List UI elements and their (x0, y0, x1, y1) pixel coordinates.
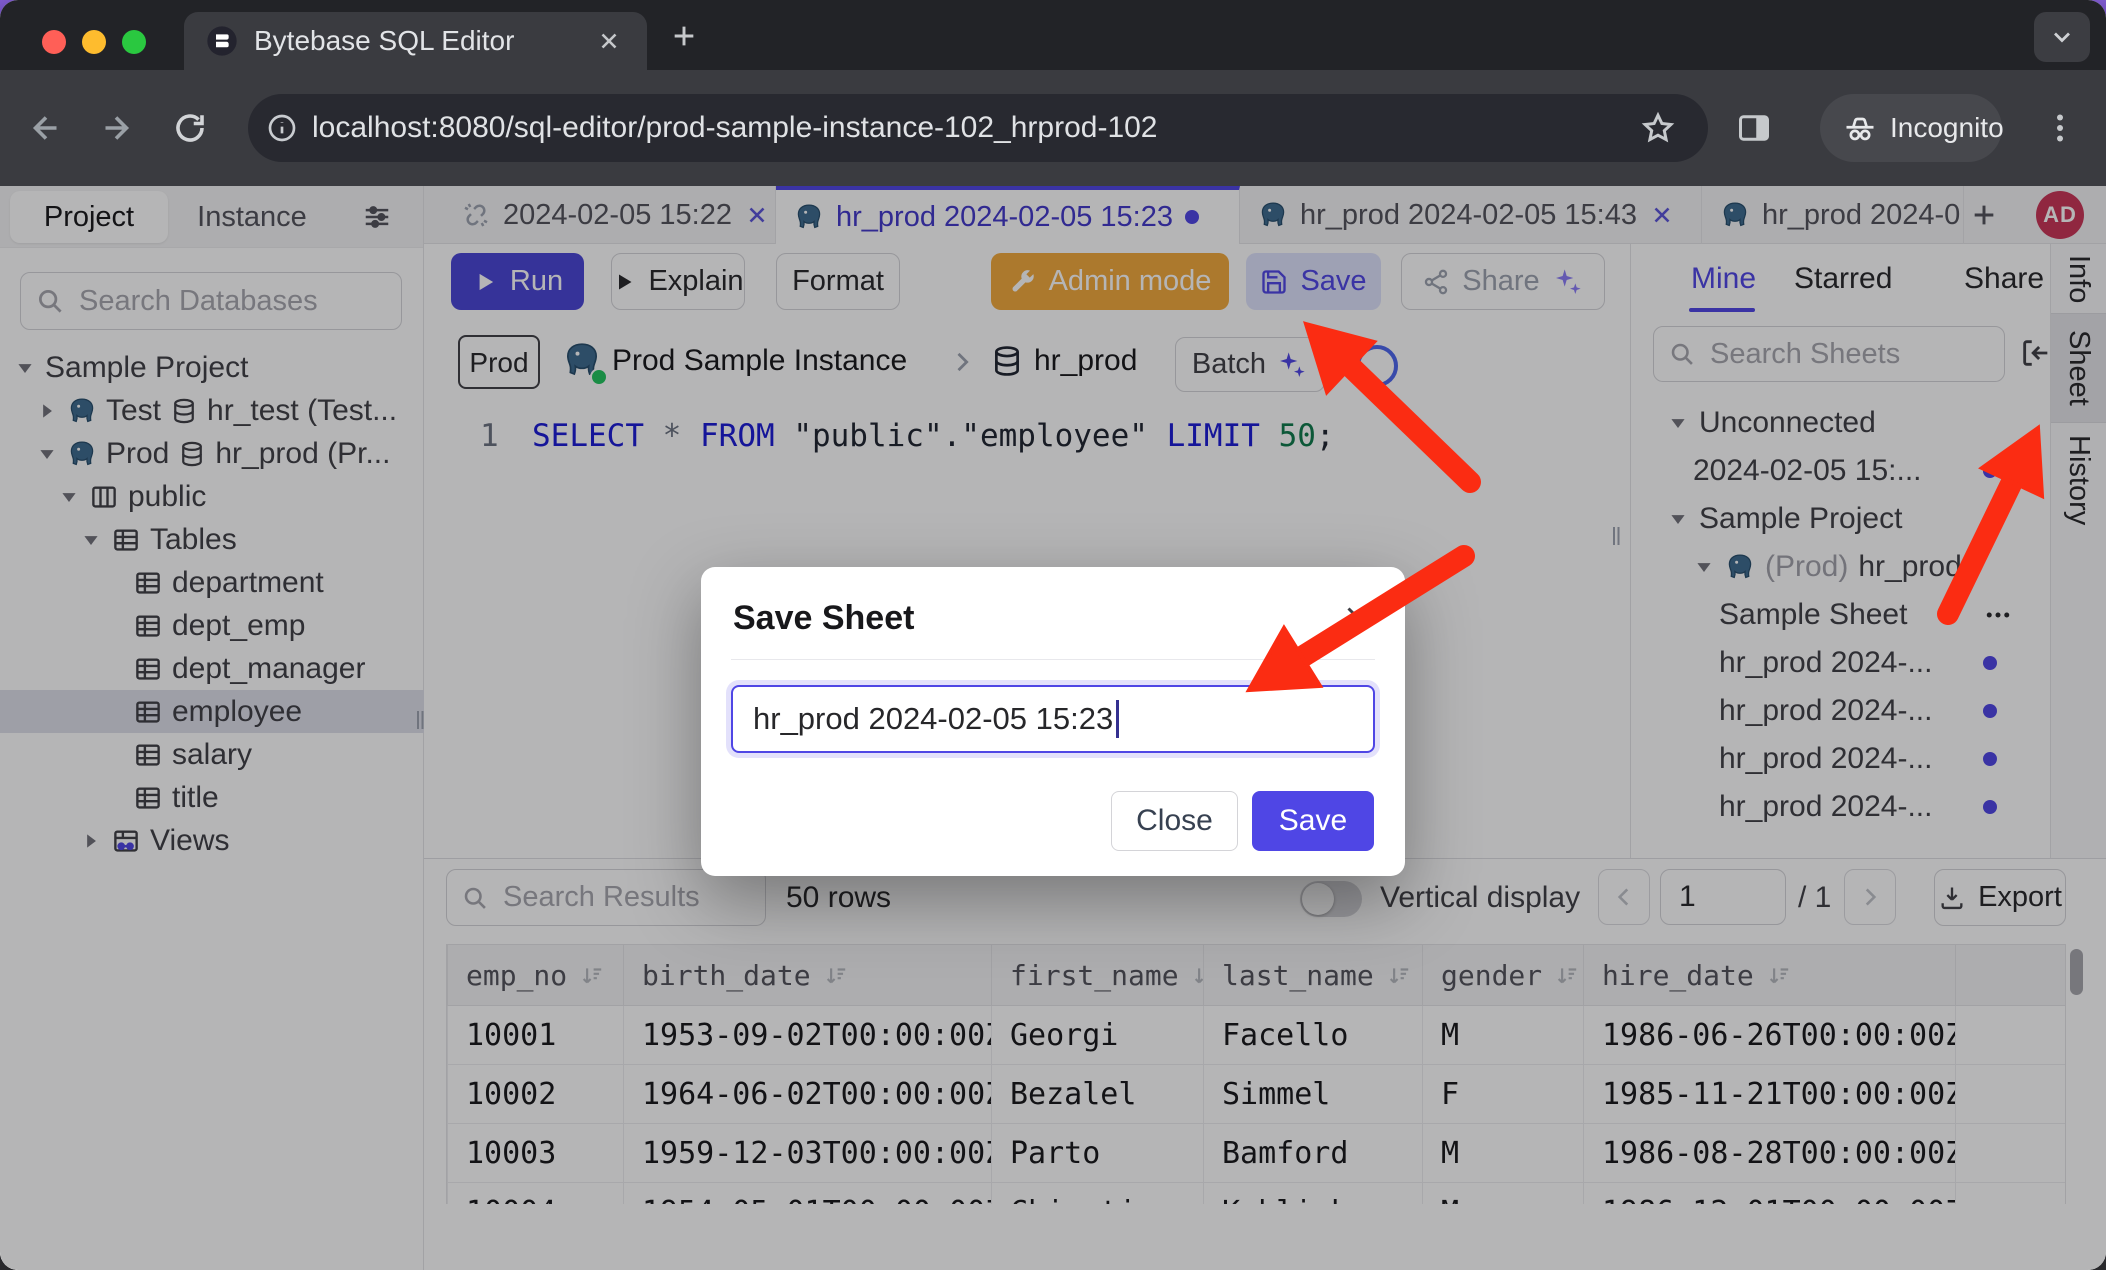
dialog-close-button[interactable]: Close (1111, 791, 1238, 851)
back-icon[interactable] (28, 110, 64, 146)
dialog-title: Save Sheet (733, 599, 914, 638)
url-text: localhost:8080/sql-editor/prod-sample-in… (312, 94, 1158, 162)
site-info-icon[interactable] (266, 112, 298, 144)
bytebase-favicon-icon (206, 25, 238, 57)
tab-search-button[interactable] (2034, 12, 2090, 62)
bookmark-icon[interactable] (1640, 110, 1676, 146)
window-zoom-button[interactable] (122, 30, 146, 54)
bytebase-app: Project Instance Sample ProjectTesthr_te… (0, 186, 2106, 1270)
sheet-name-input[interactable]: hr_prod 2024-02-05 15:23 (731, 685, 1375, 753)
text-caret (1116, 700, 1119, 738)
browser-tab[interactable]: Bytebase SQL Editor (184, 12, 647, 70)
browser-tab-strip: Bytebase SQL Editor (0, 0, 2106, 70)
browser-window: Bytebase SQL Editor localhost:8080/sql-e… (0, 0, 2106, 1270)
dialog-close-icon[interactable] (1341, 601, 1371, 631)
forward-icon[interactable] (98, 110, 134, 146)
browser-menu-icon[interactable] (2042, 110, 2078, 146)
tab-close-icon[interactable] (596, 28, 622, 54)
window-close-button[interactable] (42, 30, 66, 54)
incognito-badge: Incognito (1820, 94, 2002, 162)
save-sheet-dialog: Save Sheet hr_prod 2024-02-05 15:23 Clos… (701, 567, 1405, 876)
desktop: { "colors":{"accent":"#4f46e5","run_btn"… (0, 0, 2106, 1270)
chevron-down-icon (2048, 23, 2076, 51)
address-bar[interactable]: localhost:8080/sql-editor/prod-sample-in… (248, 94, 1708, 162)
browser-tab-title: Bytebase SQL Editor (254, 12, 514, 70)
side-panel-icon[interactable] (1736, 110, 1772, 146)
dialog-save-button[interactable]: Save (1252, 791, 1374, 851)
reload-icon[interactable] (172, 110, 208, 146)
incognito-label: Incognito (1890, 112, 2004, 144)
new-tab-icon[interactable] (668, 20, 700, 52)
sheet-name-value: hr_prod 2024-02-05 15:23 (753, 701, 1113, 737)
window-minimize-button[interactable] (82, 30, 106, 54)
incognito-icon (1842, 110, 1878, 146)
browser-toolbar: localhost:8080/sql-editor/prod-sample-in… (0, 70, 2106, 186)
dialog-divider (731, 659, 1375, 660)
